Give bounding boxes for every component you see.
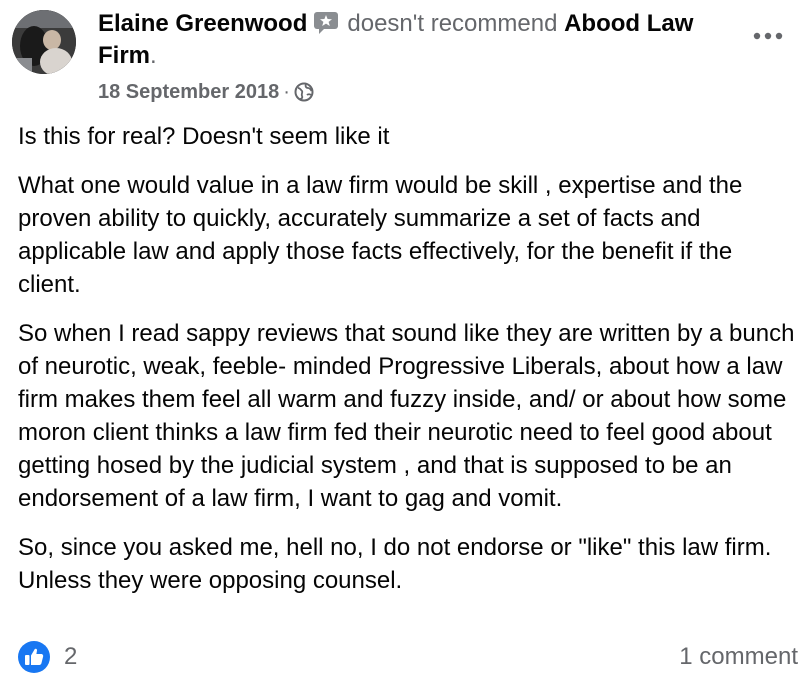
like-icon (18, 641, 50, 673)
post-meta: 18 September 2018 · (98, 80, 738, 104)
post-paragraph: What one would value in a law firm would… (18, 172, 743, 298)
post-paragraph: Is this for real? Doesn't seem like it (18, 123, 390, 150)
post-headline: Elaine Greenwood doesn't recommend Abood … (98, 8, 738, 72)
page-suffix: . (150, 42, 157, 69)
globe-icon[interactable] (294, 82, 314, 102)
reaction-count: 2 (64, 643, 78, 670)
comments-count-link[interactable]: 1 comment (679, 643, 798, 671)
post-date[interactable]: 18 September 2018 (98, 80, 279, 104)
reactions-summary[interactable]: 2 (18, 641, 77, 673)
author-name[interactable]: Elaine Greenwood (98, 10, 307, 37)
post-paragraph: So, since you asked me, hell no, I do no… (18, 534, 772, 594)
avatar[interactable] (12, 10, 76, 74)
review-post: Elaine Greenwood doesn't recommend Abood … (0, 0, 812, 686)
post-body: Is this for real? Doesn't seem like it W… (18, 120, 798, 613)
more-options-icon (753, 27, 783, 45)
more-options-button[interactable] (748, 26, 788, 46)
date-separator: · (283, 81, 290, 103)
post-footer: 2 1 comment (18, 641, 798, 675)
post-paragraph: So when I read sappy reviews that sound … (18, 320, 795, 512)
star-badge-icon (313, 11, 339, 35)
post-header: Elaine Greenwood doesn't recommend Abood … (98, 8, 738, 104)
recommendation-verb: doesn't recommend (347, 10, 558, 37)
